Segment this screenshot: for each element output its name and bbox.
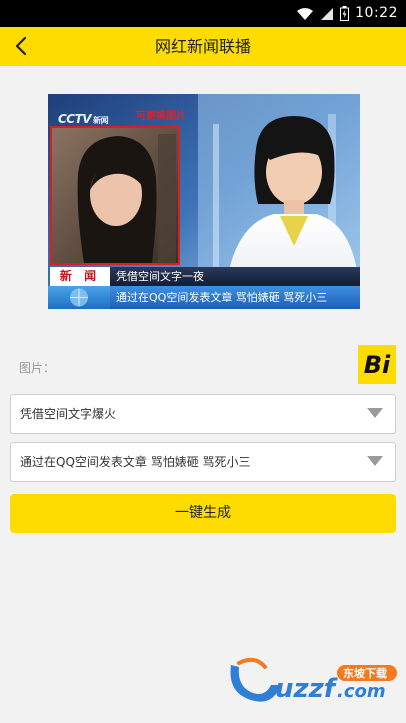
news-ticker: 新 闻 凭借空间文字一夜 通过在QQ空间发表文章 骂怕婊砸 骂死小三 (48, 267, 360, 309)
dropdown-caret-icon (367, 408, 383, 418)
headline-select-1[interactable]: 凭借空间文字爆火 (10, 394, 396, 434)
replaceable-photo[interactable] (50, 126, 180, 265)
wifi-icon (297, 7, 314, 20)
headline-line-2: 通过在QQ空间发表文章 骂怕婊砸 骂死小三 (110, 286, 360, 309)
headline-select-1-value: 凭借空间文字爆火 (20, 407, 117, 421)
cctv-logo-text: CCTV (58, 112, 92, 126)
bi-badge-text: Bi (363, 350, 391, 379)
headline-select-2-value: 通过在QQ空间发表文章 骂怕婊砸 骂死小三 (20, 455, 251, 469)
watermark-tagline: 东坡下载 (343, 666, 387, 680)
news-tag: 新 闻 (50, 267, 110, 286)
headline-line-1-text: 凭借空间文字一夜 (116, 270, 204, 283)
battery-icon (340, 6, 350, 21)
headline-select-2[interactable]: 通过在QQ空间发表文章 骂怕婊砸 骂死小三 (10, 442, 396, 482)
headline-line-2-text: 通过在QQ空间发表文章 骂怕婊砸 骂死小三 (116, 291, 328, 304)
watermark-domain: .com (337, 681, 386, 702)
app-bar: 网红新闻联播 (0, 27, 406, 66)
globe-icon (70, 288, 88, 307)
page-title: 网红新闻联播 (154, 37, 251, 56)
signal-icon (321, 7, 334, 20)
replace-image-hint: 可更换图片 (136, 111, 186, 122)
news-preview: CCTV 新闻 可更换图片 新 闻 凭借空间文字一夜 通过在QQ空间发表文章 骂怕… (48, 94, 360, 309)
watermark-brand: uzzf (275, 674, 339, 704)
generate-button[interactable]: 一键生成 (10, 494, 396, 533)
status-bar: 10:22 (0, 0, 406, 27)
cctv-logo: CCTV 新闻 (58, 112, 109, 126)
status-time: 10:22 (355, 5, 398, 21)
cctv-logo-sub: 新闻 (93, 116, 109, 125)
bi-badge[interactable]: Bi (358, 345, 396, 384)
headline-line-1: 凭借空间文字一夜 (110, 267, 360, 286)
status-icons: 10:22 (296, 5, 398, 22)
globe-strip (48, 286, 110, 309)
dropdown-caret-icon (367, 456, 383, 466)
uzzf-watermark: uzzf .com 东坡下载 (230, 657, 397, 704)
image-label: 图片： (19, 361, 56, 375)
